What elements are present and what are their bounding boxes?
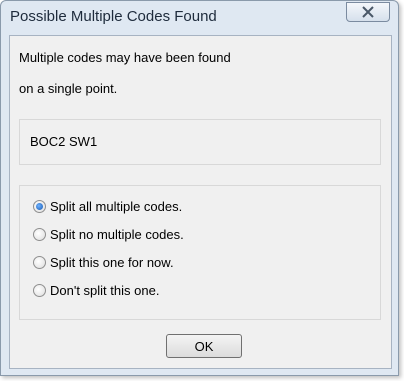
message-line-1: Multiple codes may have been found	[19, 50, 231, 65]
title-bar[interactable]: Possible Multiple Codes Found	[1, 1, 398, 35]
radio-button[interactable]	[33, 227, 46, 241]
close-button[interactable]	[346, 2, 390, 22]
code-value: BOC2 SW1	[30, 134, 98, 149]
option-label: Don't split this one.	[50, 282, 160, 298]
option-label: Split this one for now.	[50, 254, 174, 270]
option-label: Split no multiple codes.	[50, 226, 184, 242]
radio-button[interactable]	[33, 283, 46, 297]
radio-button-selected[interactable]	[33, 199, 46, 213]
option-split-none[interactable]: Split no multiple codes.	[33, 224, 184, 244]
dialog-title: Possible Multiple Codes Found	[10, 8, 217, 25]
code-box: BOC2 SW1	[19, 119, 381, 165]
options-group: Split all multiple codes. Split no multi…	[19, 185, 381, 320]
option-split-this-one[interactable]: Split this one for now.	[33, 252, 174, 272]
dialog-window: Possible Multiple Codes Found Multiple c…	[0, 0, 399, 376]
radio-button[interactable]	[33, 255, 46, 269]
option-dont-split[interactable]: Don't split this one.	[33, 280, 159, 300]
close-icon	[362, 6, 374, 18]
dialog-content: Multiple codes may have been found on a …	[9, 35, 392, 369]
option-label: Split all multiple codes.	[50, 198, 183, 214]
option-split-all[interactable]: Split all multiple codes.	[33, 196, 182, 216]
ok-button[interactable]: OK	[166, 334, 242, 358]
message-line-2: on a single point.	[19, 81, 118, 96]
